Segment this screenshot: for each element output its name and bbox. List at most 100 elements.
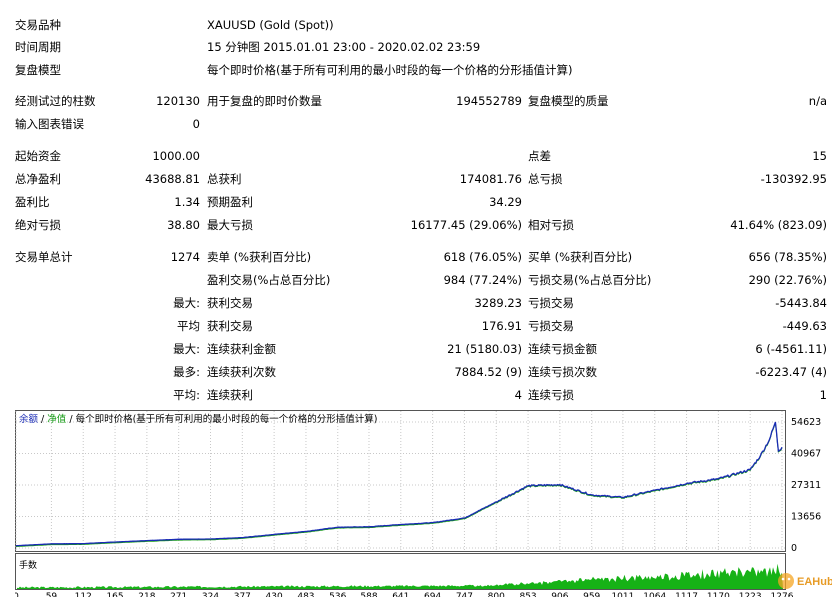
x-tick-label: 271 <box>170 592 187 597</box>
maximal-prefix: 最多: <box>173 365 200 379</box>
avg-prefix: 平均: <box>173 388 200 402</box>
y-axis: 54623 40967 27311 13656 0 <box>791 417 821 554</box>
period-value: 15 分钟图 2015.01.01 23:00 - 2020.02.02 23:… <box>207 40 481 54</box>
y-tick-label: 27311 <box>791 480 821 491</box>
abs-drawdown-value: 38.80 <box>167 218 200 232</box>
short-value: 618 (76.05%) <box>443 250 522 264</box>
avg-consec-wins-value: 4 <box>514 388 522 402</box>
x-tick-label: 747 <box>456 592 473 597</box>
long-label: 买单 (%获利百分比) <box>528 250 633 264</box>
x-tick-label: 853 <box>519 592 536 597</box>
x-tick-label: 324 <box>202 592 219 597</box>
max-drawdown-value: 16177.45 (29.06%) <box>410 218 522 232</box>
profit-trades-value: 984 (77.24%) <box>443 273 522 287</box>
x-tick-label: 430 <box>266 592 283 597</box>
net-profit-value: 43688.81 <box>145 172 200 186</box>
profit-factor-label: 盈利比 <box>15 195 50 209</box>
rel-drawdown-value: 41.64% (823.09) <box>730 218 827 232</box>
loss-trades-value: 290 (22.76%) <box>748 273 827 287</box>
x-tick-label: 59 <box>46 592 58 597</box>
profit-trades-label: 盈利交易(%占总百分比) <box>207 273 331 287</box>
legend-equity: 净值 <box>47 414 67 425</box>
profit-factor-value: 1.34 <box>174 195 200 209</box>
max-consec-wins-label: 连续获利金额 <box>207 342 276 356</box>
x-tick-label: 483 <box>297 592 314 597</box>
gross-profit-value: 174081.76 <box>459 172 522 186</box>
maximal-consec-loss-value: -6223.47 (4) <box>755 365 827 379</box>
bars-label: 经测试过的柱数 <box>15 94 96 108</box>
deposit-value: 1000.00 <box>152 149 200 163</box>
average-profit-value: 176.91 <box>481 319 522 333</box>
avg-consec-losses-label: 连续亏损 <box>528 388 574 402</box>
x-tick-label: 1223 <box>739 592 762 597</box>
max-consec-losses-label: 连续亏损金额 <box>528 342 597 356</box>
average-prefix: 平均 <box>177 319 200 333</box>
ticks-label: 用于复盘的即时价数量 <box>207 94 322 108</box>
gross-loss-label: 总亏损 <box>528 172 563 186</box>
x-tick-label: 1276 <box>771 592 794 597</box>
abs-drawdown-label: 绝对亏损 <box>15 218 61 232</box>
y-tick-label: 0 <box>791 543 797 554</box>
legend-balance: 余额 <box>19 414 39 425</box>
legend-sep-1: / <box>41 414 45 425</box>
maximal-consec-profit-value: 7884.52 (9) <box>454 365 522 379</box>
x-tick-label: 800 <box>488 592 505 597</box>
bars-value: 120130 <box>156 94 200 108</box>
eahub-logo-text: EAHub <box>797 576 832 588</box>
max-consec-wins-value: 21 (5180.03) <box>447 342 522 356</box>
model-value: 每个即时价格(基于所有可利用的最小时段的每一个价格的分形插值计算) <box>207 63 573 77</box>
largest-prefix: 最大: <box>173 296 200 310</box>
max-drawdown-label: 最大亏损 <box>207 218 253 232</box>
spread-label: 点差 <box>528 149 551 163</box>
x-tick-label: 959 <box>583 592 600 597</box>
largest-profit-label: 获利交易 <box>207 296 253 310</box>
spread-value: 15 <box>812 149 827 163</box>
symbol-value: XAUUSD (Gold (Spot)) <box>207 18 334 32</box>
ticks-value: 194552789 <box>456 94 522 108</box>
chart-legend: 余额 / 净值 / 每个即时价格(基于所有可利用的最小时段的每一个价格的分形插值… <box>19 413 377 427</box>
x-tick-label: 536 <box>329 592 346 597</box>
maximal-consec-profit-label: 连续获利次数 <box>207 365 276 379</box>
y-tick-label: 40967 <box>791 449 821 460</box>
x-axis: 0 59 112 165 218 271 324 377 430 483 536 588 641 694 7… <box>13 592 794 600</box>
deposit-label: 起始资金 <box>15 149 61 163</box>
period-label: 时间周期 <box>15 40 61 54</box>
max-consec-losses-value: 6 (-4561.11) <box>755 342 827 356</box>
max-prefix: 最大: <box>173 342 200 356</box>
expected-payoff-label: 预期盈利 <box>207 195 253 209</box>
x-tick-label: 1064 <box>643 592 666 597</box>
net-profit-label: 总净盈利 <box>15 172 61 186</box>
y-tick-label: 13656 <box>791 511 821 522</box>
eahub-logo-icon: EAHub <box>778 573 834 589</box>
average-loss-value: -449.63 <box>782 319 827 333</box>
gross-profit-label: 总获利 <box>207 172 242 186</box>
x-tick-label: 0 <box>15 592 19 597</box>
x-tick-label: 694 <box>424 592 441 597</box>
loss-trades-label: 亏损交易(%占总百分比) <box>528 273 652 287</box>
avg-consec-losses-value: 1 <box>819 388 827 402</box>
largest-loss-value: -5443.84 <box>775 296 827 310</box>
errors-label: 输入图表错误 <box>15 117 84 131</box>
x-tick-label: 165 <box>106 592 123 597</box>
balance-chart: 54623 40967 27311 13656 0 0 59 112 165 218 271 324… <box>13 410 837 600</box>
x-tick-label: 112 <box>75 592 92 597</box>
legend-model: 每个即时价格(基于所有可利用的最小时段的每一个价格的分形插值计算) <box>75 414 378 425</box>
y-tick-label: 54623 <box>791 417 821 428</box>
model-label: 复盘模型 <box>15 63 61 77</box>
gross-loss-value: -130392.95 <box>760 172 827 186</box>
x-tick-label: 641 <box>392 592 409 597</box>
legend-sep-2: / <box>69 414 73 425</box>
chart-svg: 54623 40967 27311 13656 0 0 59 112 165 218 271 324… <box>13 410 821 600</box>
largest-profit-value: 3289.23 <box>474 296 522 310</box>
avg-consec-wins-label: 连续获利 <box>207 388 253 402</box>
eahub-logo: EAHub <box>776 569 834 591</box>
x-tick-label: 588 <box>360 592 377 597</box>
x-tick-label: 1170 <box>707 592 730 597</box>
average-profit-label: 获利交易 <box>207 319 253 333</box>
rel-drawdown-label: 相对亏损 <box>528 218 574 232</box>
total-trades-value: 1274 <box>170 250 200 264</box>
lots-label: 手数 <box>19 561 38 571</box>
maximal-consec-loss-label: 连续亏损次数 <box>528 365 597 379</box>
x-tick-label: 377 <box>234 592 251 597</box>
long-value: 656 (78.35%) <box>748 250 827 264</box>
